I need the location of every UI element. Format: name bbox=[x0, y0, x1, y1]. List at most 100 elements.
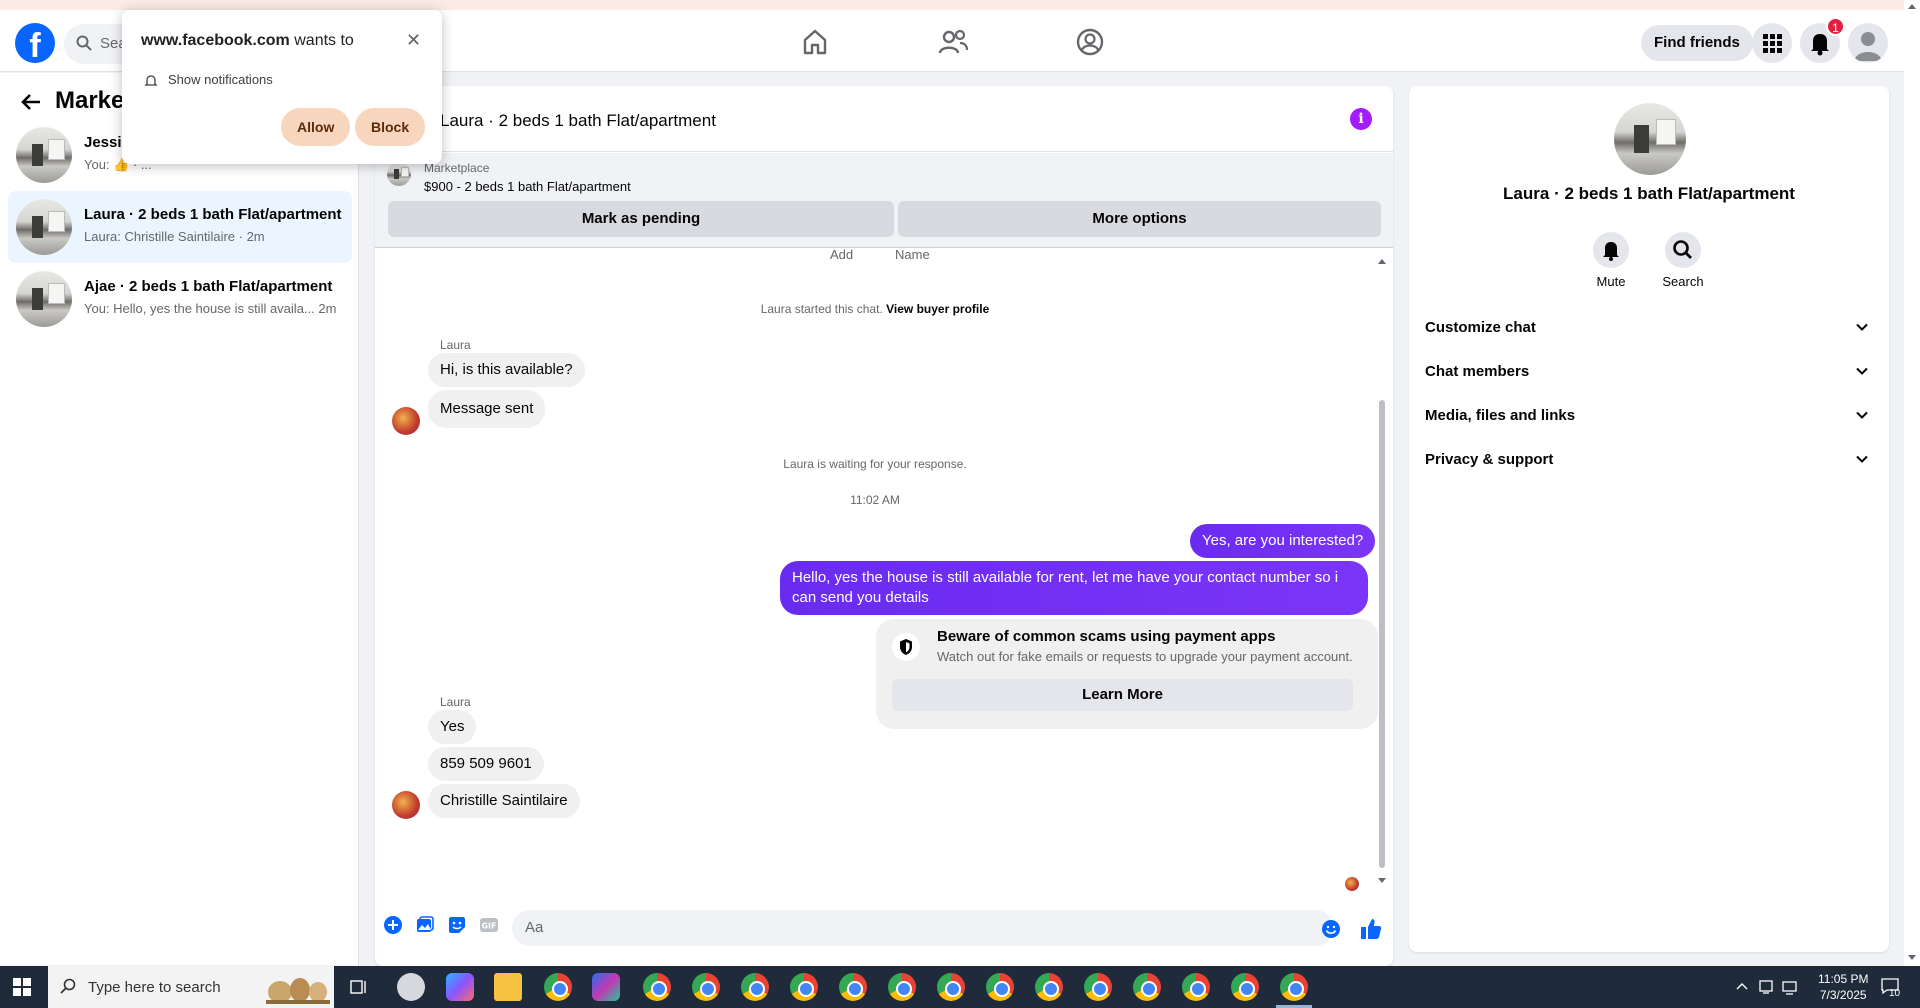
message-input-placeholder: Aa bbox=[525, 919, 544, 936]
chrome-icon[interactable] bbox=[643, 973, 671, 1001]
thumbs-up-icon[interactable] bbox=[1359, 917, 1383, 941]
windows-start-icon[interactable] bbox=[13, 978, 31, 996]
view-buyer-profile-link[interactable]: View buyer profile bbox=[886, 302, 989, 316]
notification-permission-popup: www.facebook.com wants to ✕ Show notific… bbox=[122, 10, 442, 164]
grid-menu-icon bbox=[1763, 34, 1782, 53]
sticker-icon[interactable] bbox=[447, 915, 467, 935]
sender-avatar[interactable] bbox=[392, 407, 420, 435]
details-title: Laura · 2 beds 1 bath Flat/apartment bbox=[1503, 184, 1795, 203]
conversation-item-active[interactable]: Laura · 2 beds 1 bath Flat/apartment Lau… bbox=[8, 191, 352, 263]
allow-button[interactable]: Allow bbox=[281, 108, 351, 146]
m365-icon[interactable] bbox=[592, 973, 620, 1001]
message-input[interactable]: Aa bbox=[512, 910, 1334, 946]
chrome-icon[interactable] bbox=[741, 973, 769, 1001]
media-files-links-section[interactable]: Media, files and links bbox=[1425, 398, 1873, 434]
chrome-icon[interactable] bbox=[888, 973, 916, 1001]
photo-icon[interactable] bbox=[415, 915, 435, 935]
chevron-down-icon bbox=[1856, 323, 1868, 331]
block-button[interactable]: Block bbox=[355, 108, 426, 146]
chrome-icon[interactable] bbox=[937, 973, 965, 1001]
scroll-down-icon[interactable] bbox=[1907, 954, 1917, 962]
outgoing-message[interactable]: Hello, yes the house is still available … bbox=[780, 561, 1368, 615]
incoming-message[interactable]: Message sent bbox=[428, 390, 546, 428]
popup-permission-row: Show notifications bbox=[144, 72, 273, 88]
incoming-message[interactable]: 859 509 9601 bbox=[428, 747, 544, 781]
chrome-icon[interactable] bbox=[790, 973, 818, 1001]
friends-icon[interactable] bbox=[937, 26, 969, 58]
scroll-up-icon[interactable] bbox=[1907, 2, 1917, 10]
outgoing-message[interactable]: Yes, are you interested? bbox=[1190, 524, 1376, 558]
close-icon[interactable]: ✕ bbox=[406, 30, 421, 51]
search-icon bbox=[76, 35, 92, 51]
search-in-chat-button[interactable]: Search bbox=[1653, 232, 1713, 289]
gif-icon[interactable]: GIF bbox=[479, 915, 499, 935]
device-icon[interactable] bbox=[1758, 979, 1774, 995]
chat-scrollbar[interactable] bbox=[1376, 257, 1386, 887]
plus-circle-icon[interactable] bbox=[383, 915, 403, 935]
clock-time: 11:05 PM bbox=[1818, 972, 1869, 986]
search-label: Search bbox=[1662, 274, 1704, 289]
network-icon[interactable] bbox=[1782, 979, 1800, 995]
incoming-message[interactable]: Christille Saintilaire bbox=[428, 784, 580, 818]
menu-button[interactable] bbox=[1752, 23, 1792, 63]
chrome-icon[interactable] bbox=[1084, 973, 1112, 1001]
bell-icon bbox=[1603, 242, 1619, 261]
scam-warning-subtitle: Watch out for fake emails or requests to… bbox=[937, 649, 1353, 664]
cut-off-label: Name bbox=[895, 247, 930, 262]
more-options-button[interactable]: More options bbox=[898, 201, 1381, 237]
user-icon bbox=[1854, 32, 1882, 61]
chrome-icon[interactable] bbox=[692, 973, 720, 1001]
chat-started-notice: Laura started this chat. View buyer prof… bbox=[760, 302, 990, 316]
conversation-item[interactable]: Ajae · 2 beds 1 bath Flat/apartment You:… bbox=[8, 263, 352, 335]
scam-warning-title: Beware of common scams using payment app… bbox=[937, 628, 1276, 645]
page-scrollbar[interactable] bbox=[1904, 0, 1920, 966]
facebook-logo[interactable]: f bbox=[15, 23, 55, 63]
scroll-down-icon[interactable] bbox=[1377, 877, 1387, 885]
account-avatar[interactable] bbox=[1848, 23, 1888, 63]
chrome-icon[interactable] bbox=[544, 973, 572, 1001]
listing-thumbnail bbox=[1614, 103, 1686, 175]
find-friends-button[interactable]: Find friends bbox=[1641, 25, 1753, 61]
message-composer: GIF Aa bbox=[375, 893, 1393, 963]
chrome-icon[interactable] bbox=[1280, 973, 1308, 1001]
seen-indicator-avatar bbox=[1345, 877, 1359, 891]
chat-header: Laura · 2 beds 1 bath Flat/apartment i bbox=[375, 86, 1393, 152]
customize-chat-section[interactable]: Customize chat bbox=[1425, 310, 1873, 346]
mark-as-pending-button[interactable]: Mark as pending bbox=[388, 201, 894, 237]
learn-more-button[interactable]: Learn More bbox=[892, 679, 1353, 711]
back-arrow-icon[interactable] bbox=[20, 91, 42, 113]
chrome-icon[interactable] bbox=[1133, 973, 1161, 1001]
snipping-tool-icon[interactable] bbox=[397, 973, 425, 1001]
mute-button[interactable]: Mute bbox=[1581, 232, 1641, 289]
chrome-icon[interactable] bbox=[1035, 973, 1063, 1001]
chevron-down-icon bbox=[1856, 367, 1868, 375]
incoming-message[interactable]: Hi, is this available? bbox=[428, 353, 585, 387]
privacy-support-section[interactable]: Privacy & support bbox=[1425, 442, 1873, 478]
groups-profile-icon[interactable] bbox=[1074, 26, 1106, 58]
taskbar-clock[interactable]: 11:05 PM 7/3/2025 bbox=[1818, 971, 1868, 1003]
chat-window: Laura · 2 beds 1 bath Flat/apartment i M… bbox=[375, 86, 1393, 966]
chrome-icon[interactable] bbox=[1231, 973, 1259, 1001]
chat-details-panel: Laura · 2 beds 1 bath Flat/apartment Mut… bbox=[1409, 86, 1889, 952]
chevron-up-icon[interactable] bbox=[1736, 981, 1748, 991]
sender-avatar[interactable] bbox=[392, 791, 420, 819]
scroll-up-icon[interactable] bbox=[1377, 257, 1387, 265]
chat-title[interactable]: Laura · 2 beds 1 bath Flat/apartment bbox=[440, 111, 716, 131]
scroll-thumb[interactable] bbox=[1379, 400, 1385, 868]
home-icon[interactable] bbox=[799, 26, 831, 58]
task-view-icon[interactable] bbox=[350, 978, 368, 996]
file-explorer-icon[interactable] bbox=[494, 973, 522, 1001]
search-icon bbox=[1673, 240, 1692, 259]
chrome-icon[interactable] bbox=[839, 973, 867, 1001]
copilot-icon[interactable] bbox=[446, 973, 474, 1001]
info-icon[interactable]: i bbox=[1350, 108, 1372, 130]
taskbar-search[interactable]: Type here to search bbox=[48, 966, 334, 1008]
chevron-down-icon bbox=[1856, 411, 1868, 419]
listing-price[interactable]: $900 - 2 beds 1 bath Flat/apartment bbox=[424, 179, 631, 194]
chat-members-section[interactable]: Chat members bbox=[1425, 354, 1873, 390]
chrome-icon[interactable] bbox=[1182, 973, 1210, 1001]
browser-top-strip bbox=[0, 0, 1920, 10]
emoji-icon[interactable] bbox=[1321, 919, 1341, 939]
incoming-message[interactable]: Yes bbox=[428, 710, 477, 744]
chrome-icon[interactable] bbox=[986, 973, 1014, 1001]
